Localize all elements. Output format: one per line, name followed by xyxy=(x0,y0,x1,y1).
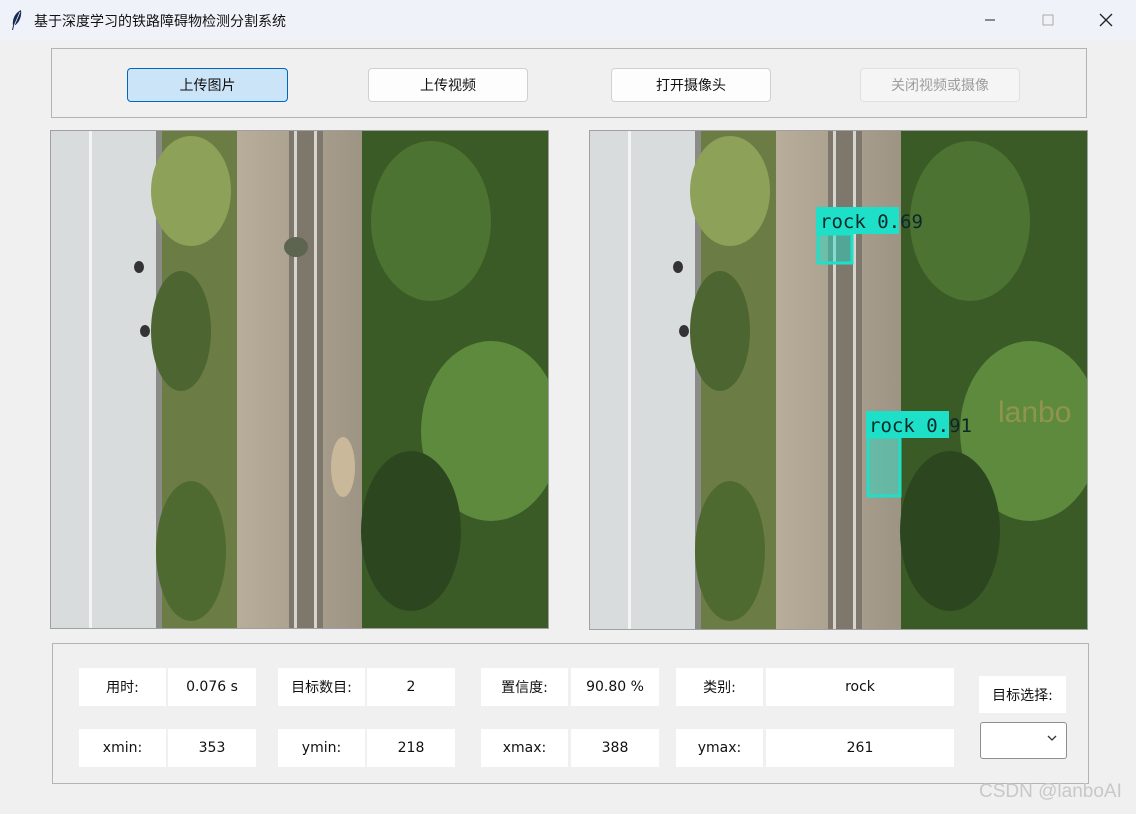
open-camera-button[interactable]: 打开摄像头 xyxy=(611,68,771,102)
railway-aerial-image xyxy=(51,131,548,628)
detection-label-2: rock 0.91 xyxy=(869,415,972,437)
detection-result-image: rock 0.69 rock 0.91 xyxy=(590,131,1087,629)
chevron-down-icon xyxy=(1047,735,1057,741)
ymax-value: 261 xyxy=(766,729,954,767)
minimize-icon xyxy=(985,19,995,21)
maximize-icon xyxy=(1042,14,1054,26)
time-label: 用时: xyxy=(79,668,166,706)
detection-label-1: rock 0.69 xyxy=(820,211,923,233)
toolbar-frame: 上传图片 上传视频 打开摄像头 关闭视频或摄像 xyxy=(51,48,1087,118)
xmax-value: 388 xyxy=(571,729,659,767)
title-bar: 基于深度学习的铁路障碍物检测分割系统 xyxy=(0,0,1136,40)
count-label: 目标数目: xyxy=(278,668,365,706)
upload-video-button[interactable]: 上传视频 xyxy=(368,68,528,102)
xmin-value: 353 xyxy=(168,729,256,767)
time-value: 0.076 s xyxy=(168,668,256,706)
minimize-button[interactable] xyxy=(967,0,1013,40)
ymin-value: 218 xyxy=(367,729,455,767)
class-label: 类别: xyxy=(676,668,763,706)
xmin-label: xmin: xyxy=(79,729,166,767)
window-title: 基于深度学习的铁路障碍物检测分割系统 xyxy=(34,14,286,30)
result-image-panel: rock 0.69 rock 0.91 xyxy=(589,130,1088,630)
target-select-label: 目标选择: xyxy=(979,676,1066,713)
close-video-camera-button[interactable]: 关闭视频或摄像 xyxy=(860,68,1020,102)
original-image-panel xyxy=(50,130,549,629)
class-value: rock xyxy=(766,668,954,706)
confidence-label: 置信度: xyxy=(481,668,568,706)
target-select-dropdown[interactable] xyxy=(980,722,1067,759)
count-value: 2 xyxy=(367,668,455,706)
confidence-value: 90.80 % xyxy=(571,668,659,706)
xmax-label: xmax: xyxy=(481,729,568,767)
close-icon xyxy=(1099,13,1113,27)
results-frame: 用时: 0.076 s 目标数目: 2 置信度: 90.80 % 类别: roc… xyxy=(52,643,1089,784)
maximize-button[interactable] xyxy=(1025,0,1071,40)
upload-image-button[interactable]: 上传图片 xyxy=(127,68,288,102)
ymin-label: ymin: xyxy=(278,729,365,767)
overlay-watermark: lanbo xyxy=(998,396,1072,429)
close-button[interactable] xyxy=(1083,0,1129,40)
ymax-label: ymax: xyxy=(676,729,763,767)
feather-icon xyxy=(12,10,22,30)
corner-watermark: CSDN @lanboAI xyxy=(979,781,1122,802)
